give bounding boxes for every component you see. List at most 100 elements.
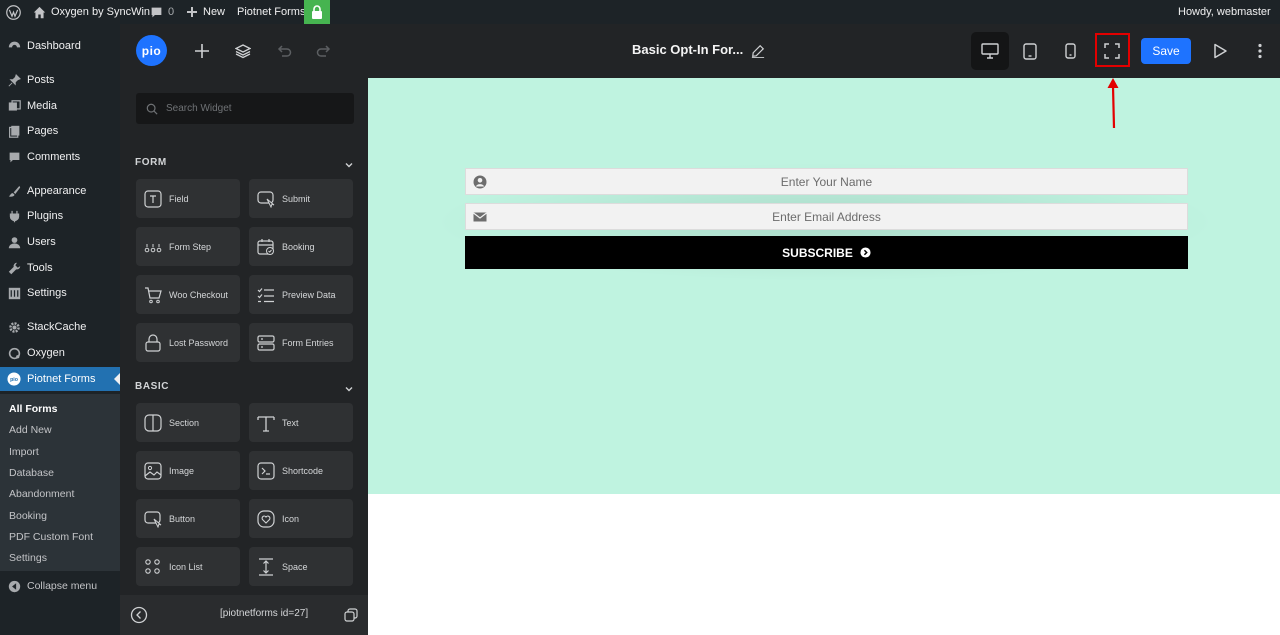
undo-icon[interactable] — [270, 37, 298, 65]
submenu-abandonment[interactable]: Abandonment — [9, 488, 74, 500]
redo-icon[interactable] — [310, 37, 338, 65]
menu-posts[interactable]: Posts — [0, 68, 120, 92]
name-input[interactable] — [466, 169, 1187, 194]
widget-form-step[interactable]: Form Step — [136, 227, 240, 266]
chevron-down-icon[interactable] — [344, 381, 354, 392]
widget-section[interactable]: Section — [136, 403, 240, 442]
widget-woo-checkout[interactable]: Woo Checkout — [136, 275, 240, 314]
settings-icon — [7, 286, 21, 300]
menu-stackcache[interactable]: StackCache — [0, 315, 120, 339]
widget-lost-password[interactable]: Lost Password — [136, 323, 240, 362]
comments-link[interactable]: 0 — [150, 0, 174, 24]
piotnet-submenu: All Forms Add New Import Database Abando… — [0, 394, 120, 571]
lock-toggle[interactable] — [304, 0, 330, 24]
submenu-database[interactable]: Database — [9, 467, 54, 479]
widget-shortcode[interactable]: Shortcode — [249, 451, 353, 490]
text-icon — [257, 414, 275, 432]
menu-media[interactable]: Media — [0, 94, 120, 118]
menu-pages[interactable]: Pages — [0, 119, 120, 143]
submit-icon — [257, 190, 275, 208]
menu-dashboard[interactable]: Dashboard — [0, 34, 120, 58]
image-icon — [144, 461, 162, 480]
tablet-view-button[interactable] — [1011, 32, 1049, 70]
layers-icon[interactable] — [229, 37, 257, 65]
menu-appearance[interactable]: Appearance — [0, 179, 120, 203]
plugin-icon — [7, 209, 21, 223]
form-shortcode: [piotnetforms id=27] — [220, 608, 309, 619]
new-content-link[interactable]: New — [186, 0, 225, 24]
comments-count: 0 — [168, 6, 175, 18]
submenu-pdf-custom-font[interactable]: PDF Custom Font — [9, 531, 93, 543]
button-icon — [144, 510, 162, 528]
search-widget-input[interactable] — [166, 103, 336, 114]
section-title-basic[interactable]: BASIC — [135, 381, 169, 392]
dashboard-icon — [7, 39, 21, 53]
widget-button[interactable]: Button — [136, 499, 240, 538]
back-arrow-icon[interactable] — [130, 606, 148, 624]
submenu-add-new[interactable]: Add New — [9, 424, 52, 436]
shortcode-icon — [257, 461, 275, 480]
submenu-booking[interactable]: Booking — [9, 510, 47, 522]
wordpress-logo-icon[interactable] — [6, 0, 21, 24]
oxygen-icon — [7, 346, 21, 360]
mobile-view-button[interactable] — [1051, 32, 1089, 70]
svg-text:pio: pio — [10, 377, 18, 383]
media-icon — [7, 99, 21, 113]
copy-icon[interactable] — [344, 608, 358, 622]
piotnet-logo[interactable]: pio — [136, 35, 167, 66]
cart-icon — [144, 286, 162, 304]
user-icon — [7, 235, 21, 249]
pages-icon — [7, 124, 21, 138]
edit-title-icon[interactable] — [744, 37, 772, 65]
desktop-view-button[interactable] — [971, 32, 1009, 70]
widget-icon-list[interactable]: Icon List — [136, 547, 240, 586]
submenu-import[interactable]: Import — [9, 446, 39, 458]
submenu-all-forms[interactable]: All Forms — [9, 403, 57, 415]
preview-play-icon[interactable] — [1206, 37, 1234, 65]
brush-icon — [7, 184, 21, 198]
widget-text[interactable]: Text — [249, 403, 353, 442]
widget-submit[interactable]: Submit — [249, 179, 353, 218]
menu-settings[interactable]: Settings — [0, 281, 120, 305]
menu-piotnet-forms[interactable]: pio Piotnet Forms — [0, 367, 120, 391]
search-icon — [146, 103, 158, 115]
annotation-arrow — [1107, 78, 1119, 129]
widget-preview-data[interactable]: Preview Data — [249, 275, 353, 314]
collapse-arrow-icon — [7, 579, 21, 593]
menu-oxygen[interactable]: Oxygen — [0, 341, 120, 365]
plus-icon — [187, 7, 197, 17]
piotnet-forms-link[interactable]: Piotnet Forms — [237, 0, 305, 24]
wp-admin-menu: Dashboard Posts Media Pages Comments App… — [0, 24, 120, 635]
menu-plugins[interactable]: Plugins — [0, 204, 120, 228]
subscribe-button[interactable]: SUBSCRIBE — [465, 236, 1188, 269]
howdy-text: Howdy, webmaster — [1178, 6, 1271, 18]
submenu-settings[interactable]: Settings — [9, 552, 47, 564]
builder-toolbar: pio Basic Opt-In For... Save — [120, 24, 1280, 78]
widgets-panel: FORM Field Submit Form Step Booking Woo … — [120, 78, 368, 635]
widget-booking[interactable]: Booking — [249, 227, 353, 266]
account-link[interactable]: Howdy, webmaster — [1178, 0, 1271, 24]
comment-icon — [7, 150, 21, 164]
widget-image[interactable]: Image — [136, 451, 240, 490]
save-button[interactable]: Save — [1141, 38, 1191, 64]
comment-icon — [151, 7, 162, 17]
email-input[interactable] — [466, 204, 1187, 229]
menu-users[interactable]: Users — [0, 230, 120, 254]
add-widget-icon[interactable] — [188, 37, 216, 65]
search-widget-box[interactable] — [136, 93, 354, 124]
site-name-link[interactable]: Oxygen by SyncWin — [33, 0, 150, 24]
name-field-wrapper — [465, 168, 1188, 195]
chevron-down-icon[interactable] — [344, 157, 354, 168]
builder-canvas[interactable]: SUBSCRIBE — [368, 78, 1280, 494]
section-title-form[interactable]: FORM — [135, 157, 167, 168]
widget-space[interactable]: Space — [249, 547, 353, 586]
widget-icon[interactable]: Icon — [249, 499, 353, 538]
widget-form-entries[interactable]: Form Entries — [249, 323, 353, 362]
more-options-icon[interactable] — [1246, 37, 1274, 65]
collapse-menu-button[interactable]: Collapse menu — [0, 574, 120, 598]
widget-field[interactable]: Field — [136, 179, 240, 218]
heart-icon — [257, 509, 275, 528]
menu-comments[interactable]: Comments — [0, 145, 120, 169]
menu-tools[interactable]: Tools — [0, 256, 120, 280]
pin-icon — [7, 73, 21, 87]
